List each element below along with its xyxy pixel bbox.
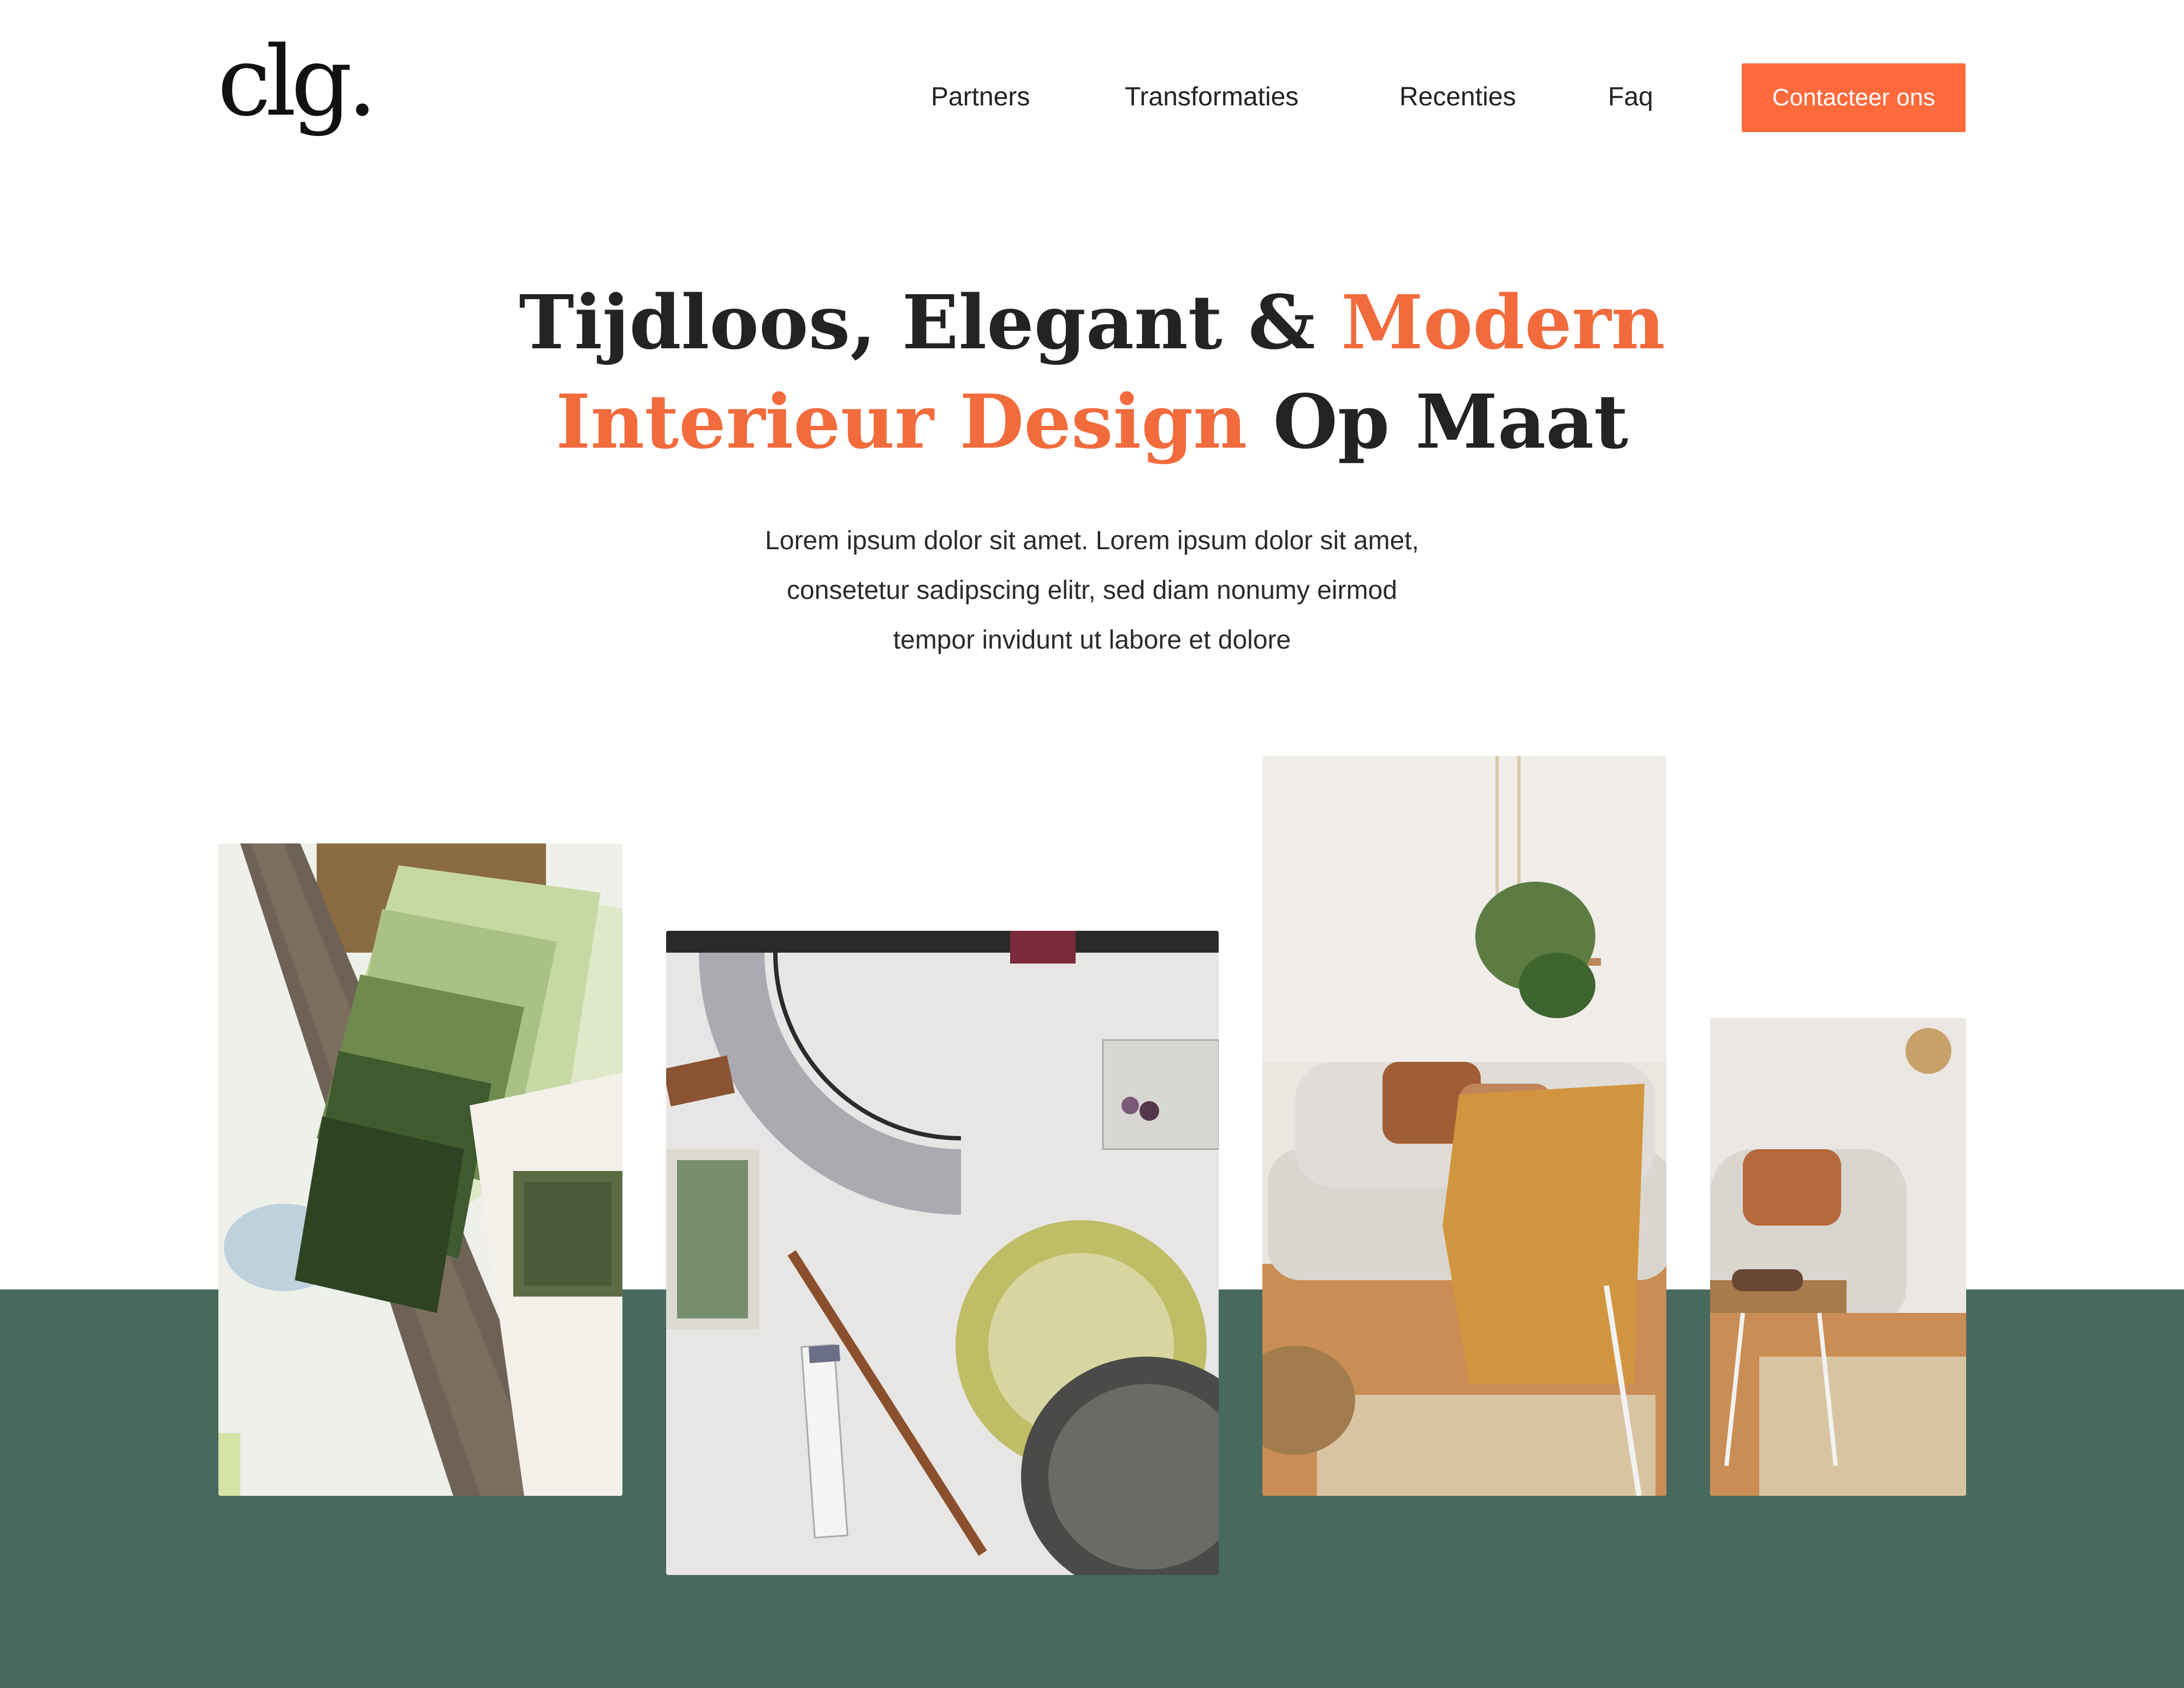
nav-link-faq[interactable]: Faq: [1608, 82, 1653, 112]
gallery-image-floorplan: [666, 931, 1219, 1575]
hero-title: Tijdloos, Elegant & Modern Interieur Des…: [0, 273, 2184, 472]
nav-link-partners[interactable]: Partners: [931, 82, 1030, 112]
hero-subtitle-line3: tempor invidunt ut labore et dolore: [893, 626, 1291, 655]
gallery-image-swatches: [218, 843, 622, 1496]
gallery-image-armchair: [1710, 1018, 1966, 1496]
logo[interactable]: clg.: [217, 34, 377, 130]
hero-title-accent1: Modern: [1341, 279, 1665, 366]
hero-subtitle: Lorem ipsum dolor sit amet. Lorem ipsum …: [710, 516, 1474, 665]
nav-link-transformaties[interactable]: Transformaties: [1125, 82, 1298, 112]
hero-title-part1: Tijdloos, Elegant &: [519, 279, 1342, 366]
gallery-image-living-room: [1262, 756, 1666, 1496]
nav-link-recenties[interactable]: Recenties: [1399, 82, 1516, 112]
contact-button[interactable]: Contacteer ons: [1742, 63, 1966, 132]
hero-title-part2: Op Maat: [1247, 378, 1629, 466]
hero-subtitle-line1: Lorem ipsum dolor sit amet. Lorem ipsum …: [765, 526, 1419, 555]
hero-subtitle-line2: consetetur sadipscing elitr, sed diam no…: [787, 576, 1397, 605]
hero-title-accent2: Interieur Design: [555, 378, 1248, 466]
